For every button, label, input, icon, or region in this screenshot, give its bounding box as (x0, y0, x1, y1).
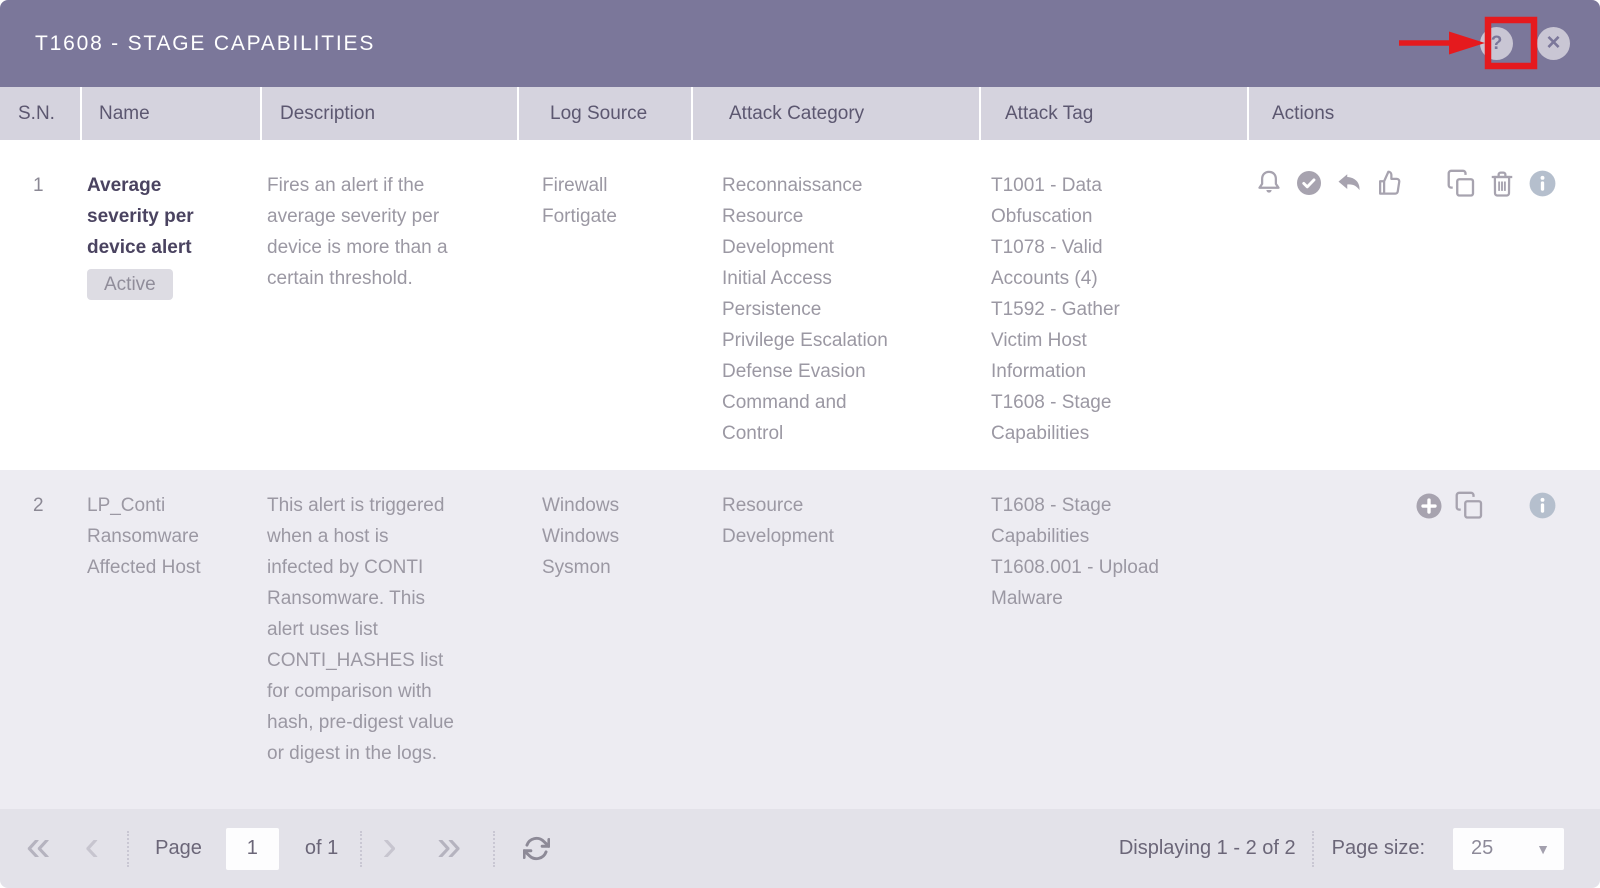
divider (127, 830, 130, 867)
help-icon[interactable]: ? (1480, 27, 1513, 60)
log-source-item: Windows Sysmon (542, 526, 620, 578)
actions-cell (1247, 470, 1600, 809)
thumbs-up-icon[interactable] (1374, 168, 1404, 198)
action-icon-group (1414, 490, 1485, 521)
page-of-label: of 1 (304, 837, 339, 859)
check-circle-icon[interactable] (1294, 168, 1324, 198)
column-header-attack-category: Attack Category (691, 87, 979, 140)
attack-tag-cell: T1608 - Stage Capabilities T1608.001 - U… (979, 470, 1247, 809)
page-size-label: Page size: (1331, 837, 1425, 859)
status-badge: Active (87, 269, 173, 300)
page-size-value: 25 (1471, 837, 1494, 859)
attack-category-item: Defense Evasion (722, 361, 866, 382)
attack-tag-item: T1078 - Valid Accounts (4) (991, 237, 1103, 289)
attack-category-item: Reconnaissance (722, 175, 863, 196)
attack-category-item: Resource Development (722, 206, 834, 258)
chevron-down-icon: ▼ (1536, 840, 1550, 857)
attack-category-item: Privilege Escalation (722, 330, 888, 351)
attack-tag-item: T1001 - Data Obfuscation (991, 175, 1102, 227)
divider (493, 830, 496, 867)
log-source-item: Firewall Fortigate (542, 175, 617, 227)
log-source-cell: Windows Windows Sysmon (517, 470, 691, 809)
alert-name: LP_Conti Ransomware Affected Host (87, 495, 201, 578)
attack-tag-cell: T1001 - Data Obfuscation T1078 - Valid A… (979, 142, 1247, 470)
column-header-name: Name (80, 87, 260, 140)
close-icon[interactable]: × (1537, 27, 1570, 60)
info-icon[interactable] (1527, 168, 1558, 199)
action-icon-group (1254, 168, 1404, 198)
column-header-sn: S.N. (18, 102, 55, 124)
attack-category-cell: Reconnaissance Resource Development Init… (691, 142, 979, 470)
alert-description-cell: This alert is triggered when a host is i… (267, 495, 454, 764)
log-source-cell: Firewall Fortigate (517, 142, 691, 470)
alert-description-cell: Fires an alert if the average severity p… (267, 175, 448, 289)
trash-icon[interactable] (1487, 169, 1517, 199)
first-page-icon[interactable]: « (26, 823, 50, 868)
attack-tag-item: T1608.001 - Upload Malware (991, 557, 1159, 609)
column-header-actions: Actions (1247, 87, 1600, 140)
attack-tag-item: T1592 - Gather Victim Host Information (991, 299, 1120, 382)
page-number-input[interactable] (225, 827, 279, 870)
action-icon-group (1527, 490, 1558, 521)
log-source-item: Windows (542, 495, 620, 516)
bell-icon[interactable] (1254, 168, 1284, 198)
attack-category-item: Persistence (722, 299, 822, 320)
prev-page-icon[interactable]: ‹ (84, 823, 99, 868)
alert-name-cell: Average severity per device alert Active (80, 142, 260, 470)
modal-title: T1608 - STAGE CAPABILITIES (35, 31, 376, 55)
attack-tag-item: T1608 - Stage Capabilities (991, 392, 1112, 444)
action-icon-group (1446, 168, 1558, 199)
divider (1311, 830, 1314, 867)
modal-titlebar: T1608 - STAGE CAPABILITIES ? × (0, 0, 1600, 87)
divider (360, 830, 363, 867)
attack-category-item: Resource Development (722, 495, 834, 547)
attack-category-item: Command and Control (722, 392, 847, 444)
column-header-description: Description (260, 87, 517, 140)
attack-category-cell: Resource Development (691, 470, 979, 809)
alert-name: Average severity per device alert (87, 175, 194, 258)
alert-name-cell: LP_Conti Ransomware Affected Host (80, 470, 260, 809)
copy-icon[interactable] (1446, 168, 1477, 199)
table-header-row: S.N. Name Description Log Source Attack … (0, 87, 1600, 142)
page-size-select[interactable]: 25 ▼ (1453, 827, 1564, 870)
copy-icon[interactable] (1454, 490, 1485, 521)
column-header-log-source: Log Source (517, 87, 691, 140)
plus-circle-icon[interactable] (1414, 491, 1444, 521)
pagination-bar: « ‹ Page of 1 › » Displaying 1 - 2 of 2 … (0, 809, 1600, 888)
column-header-attack-tag: Attack Tag (979, 87, 1247, 140)
attack-category-item: Initial Access (722, 268, 832, 289)
row-number: 1 (33, 175, 44, 196)
info-icon[interactable] (1527, 490, 1558, 521)
row-number: 2 (33, 495, 44, 516)
last-page-icon[interactable]: » (437, 823, 461, 868)
actions-cell (1247, 142, 1600, 470)
stage-capabilities-modal: T1608 - STAGE CAPABILITIES ? × S.N. Name… (0, 0, 1600, 888)
next-page-icon[interactable]: › (382, 823, 397, 868)
table-row: 1 Average severity per device alert Acti… (0, 142, 1600, 470)
page-label: Page (155, 837, 202, 859)
table-row: 2 LP_Conti Ransomware Affected Host This… (0, 470, 1600, 809)
refresh-icon[interactable] (523, 835, 551, 862)
reply-icon[interactable] (1334, 168, 1364, 198)
attack-tag-item: T1608 - Stage Capabilities (991, 495, 1112, 547)
displaying-count: Displaying 1 - 2 of 2 (1118, 837, 1296, 859)
